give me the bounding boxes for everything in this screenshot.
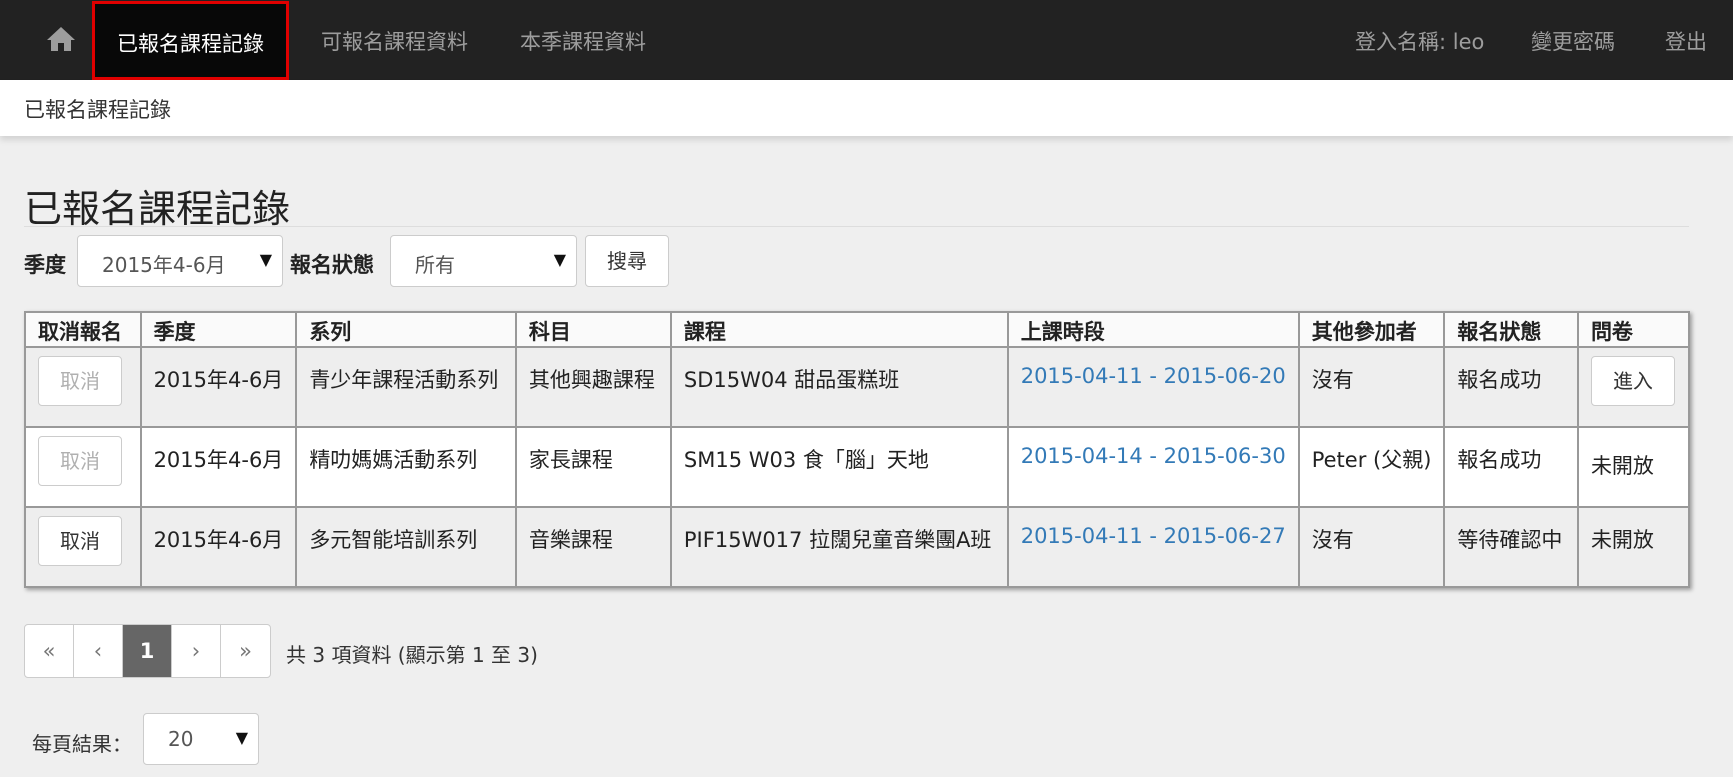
registration-table: 取消報名 季度 系列 科目 課程 上課時段 其他參加者 報名狀態 問卷 取消 2… [24, 311, 1691, 588]
subject-cell: 音樂課程 [514, 506, 672, 588]
nav-item-season-courses[interactable]: 本季課程資料 [520, 0, 646, 80]
season-cell: 2015年4-6月 [139, 506, 298, 588]
other-participants-cell: 沒有 [1297, 346, 1446, 428]
caret-down-icon: ▼ [259, 250, 272, 269]
logout-link[interactable]: 登出 [1665, 0, 1707, 80]
table-row: 取消 2015年4-6月 精叻媽媽活動系列 家長課程 SM15 W03 食「腦」… [24, 426, 1691, 508]
table-header-row: 取消報名 季度 系列 科目 課程 上課時段 其他參加者 報名狀態 問卷 [24, 311, 1691, 348]
subject-cell: 家長課程 [514, 426, 672, 508]
status-cell: 報名成功 [1443, 426, 1579, 508]
nav-item-available-courses[interactable]: 可報名課程資料 [321, 0, 468, 80]
status-cell: 報名成功 [1443, 346, 1579, 428]
other-participants-cell: Peter (父親) [1297, 426, 1446, 508]
prev-page-button[interactable]: ‹ [74, 625, 123, 677]
per-page-value: 20 [168, 727, 194, 751]
per-page-select[interactable]: 20 ▼ [143, 713, 259, 765]
per-page-label: 每頁結果： [32, 732, 132, 756]
user-name-label: 登入名稱: leo [1355, 30, 1485, 54]
last-page-button[interactable]: » [221, 625, 270, 677]
status-select-value: 所有 [415, 253, 455, 277]
status-cell: 等待確認中 [1443, 506, 1579, 588]
cancel-cell: 取消 [24, 426, 142, 508]
period-link[interactable]: 2015-04-11 - 2015-06-27 [1006, 506, 1300, 588]
breadcrumb-bar: 已報名課程記錄 [0, 80, 1733, 136]
first-page-button[interactable]: « [25, 625, 74, 677]
series-cell: 多元智能培訓系列 [295, 506, 517, 588]
next-page-button[interactable]: › [172, 625, 221, 677]
column-header: 系列 [295, 311, 517, 348]
top-navbar: 已報名課程記錄 可報名課程資料 本季課程資料 登入名稱: leo 變更密碼 登出 [0, 0, 1733, 80]
survey-enter-button[interactable]: 進入 [1590, 356, 1675, 406]
table-row: 取消 2015年4-6月 多元智能培訓系列 音樂課程 PIF15W017 拉闊兒… [24, 506, 1691, 588]
period-link[interactable]: 2015-04-11 - 2015-06-20 [1006, 346, 1300, 428]
column-header: 其他參加者 [1297, 311, 1446, 348]
period-link[interactable]: 2015-04-14 - 2015-06-30 [1006, 426, 1300, 508]
column-header: 科目 [514, 311, 672, 348]
caret-down-icon: ▼ [553, 250, 566, 269]
change-password-link[interactable]: 變更密碼 [1531, 0, 1615, 80]
series-cell: 精叻媽媽活動系列 [295, 426, 517, 508]
column-header: 課程 [669, 311, 1009, 348]
season-select-value: 2015年4-6月 [102, 253, 226, 277]
other-participants-cell: 沒有 [1297, 506, 1446, 588]
title-divider [24, 226, 1689, 227]
caret-down-icon: ▼ [235, 728, 248, 747]
season-cell: 2015年4-6月 [139, 426, 298, 508]
table-row: 取消 2015年4-6月 青少年課程活動系列 其他興趣課程 SD15W04 甜品… [24, 346, 1691, 428]
course-cell: PIF15W017 拉闊兒童音樂團A班 [669, 506, 1009, 588]
survey-cell: 進入 [1576, 346, 1691, 428]
page-title: 已報名課程記錄 [24, 187, 291, 231]
pagination-info: 共 3 項資料 (顯示第 1 至 3) [286, 643, 538, 667]
search-button[interactable]: 搜尋 [585, 235, 669, 287]
course-cell: SD15W04 甜品蛋糕班 [669, 346, 1009, 428]
column-header: 問卷 [1576, 311, 1691, 348]
home-icon[interactable] [46, 26, 76, 52]
pagination: « ‹ 1 › » [24, 624, 271, 678]
column-header: 報名狀態 [1443, 311, 1579, 348]
series-cell: 青少年課程活動系列 [295, 346, 517, 428]
column-header: 上課時段 [1006, 311, 1300, 348]
breadcrumb: 已報名課程記錄 [24, 98, 171, 122]
cancel-cell: 取消 [24, 346, 142, 428]
cancel-button[interactable]: 取消 [38, 516, 122, 566]
season-filter-label: 季度 [24, 253, 66, 277]
season-select[interactable]: 2015年4-6月 ▼ [77, 235, 283, 287]
status-select[interactable]: 所有 ▼ [390, 235, 577, 287]
season-cell: 2015年4-6月 [139, 346, 298, 428]
subject-cell: 其他興趣課程 [514, 346, 672, 428]
cancel-button[interactable]: 取消 [38, 436, 122, 486]
column-header: 季度 [139, 311, 298, 348]
survey-status-cell: 未開放 [1576, 506, 1691, 588]
cancel-cell: 取消 [24, 506, 142, 588]
course-cell: SM15 W03 食「腦」天地 [669, 426, 1009, 508]
page-1-button[interactable]: 1 [123, 625, 172, 677]
survey-status-cell: 未開放 [1576, 426, 1691, 508]
nav-item-registered-courses[interactable]: 已報名課程記錄 [92, 1, 289, 80]
column-header: 取消報名 [24, 311, 142, 348]
cancel-button[interactable]: 取消 [38, 356, 122, 406]
status-filter-label: 報名狀態 [290, 253, 374, 277]
